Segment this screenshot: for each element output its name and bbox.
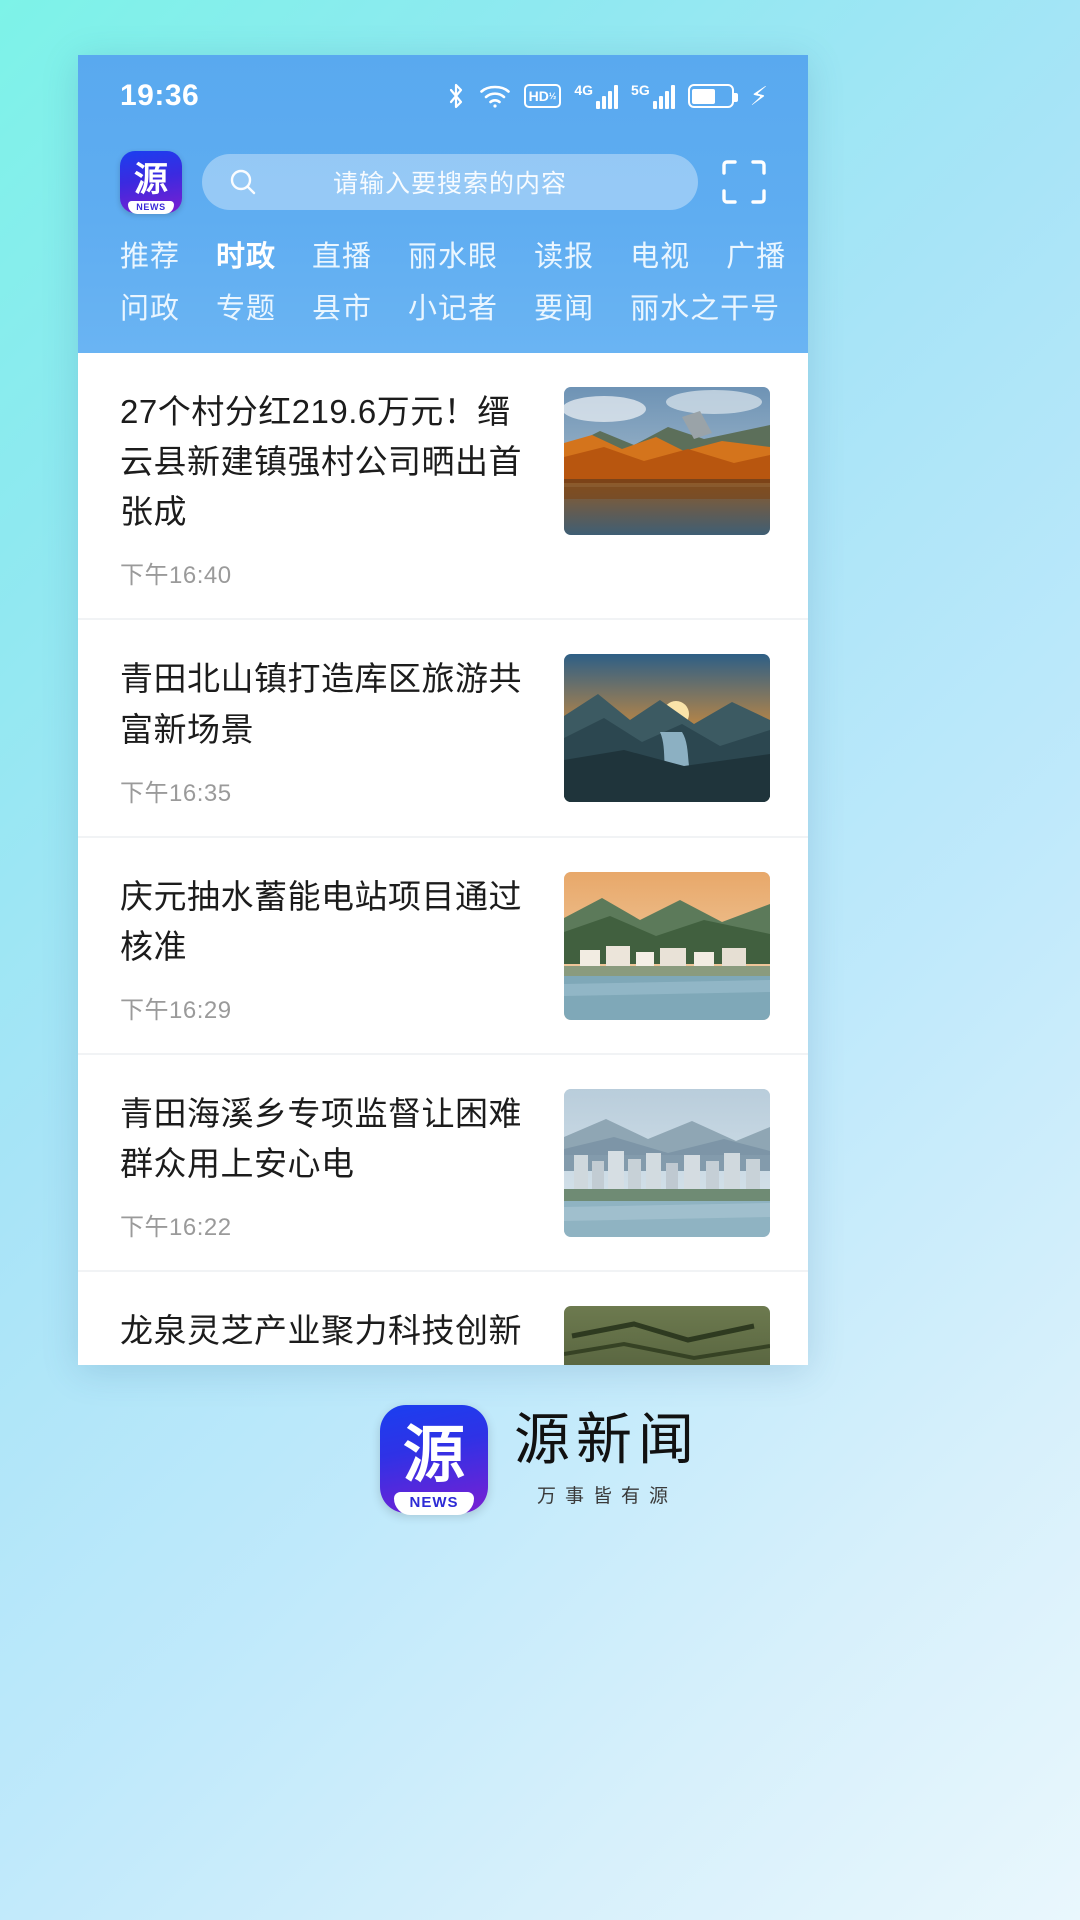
- search-row: 源 NEWS 请输入要搜索的内容: [78, 137, 808, 223]
- tab-tuijian[interactable]: 推荐: [120, 242, 180, 272]
- news-text: 庆元抽水蓄能电站项目通过核准 下午16:29: [120, 872, 564, 1025]
- brand-name: 源新闻: [514, 1407, 700, 1473]
- charging-bolt-icon: ⚡: [749, 81, 768, 111]
- news-text: 27个村分红219.6万元！缙云县新建镇强村公司晒出首张成 下午16:40: [120, 387, 564, 590]
- news-thumbnail[interactable]: [564, 1089, 770, 1238]
- news-text: 青田北山镇打造库区旅游共富新场景 下午16:35: [120, 654, 564, 807]
- news-text: 龙泉灵芝产业聚力科技创新迈向高质量发展 下午16:21: [120, 1306, 564, 1365]
- status-bar: 19:36 HD ½ 4G 5G ⚡: [78, 55, 808, 137]
- news-title: 龙泉灵芝产业聚力科技创新迈向高质量发展: [120, 1312, 522, 1365]
- phone-screen: 19:36 HD ½ 4G 5G ⚡ 源 NEWS 请输入要搜索的内容 推荐 时…: [78, 55, 808, 1365]
- news-time: 下午16:40: [120, 562, 232, 590]
- category-tabs: 推荐 时政 直播 丽水眼 读报 电视 广播 问政 专题 县市 小记者 要闻 丽水…: [78, 223, 808, 349]
- scan-icon[interactable]: [718, 156, 770, 208]
- status-icon-group: HD ½ 4G 5G ⚡: [446, 82, 768, 110]
- news-time: 下午16:35: [120, 779, 232, 807]
- news-title: 庆元抽水蓄能电站项目通过核准: [120, 877, 522, 965]
- news-thumbnail[interactable]: [564, 871, 770, 1020]
- app-header: 19:36 HD ½ 4G 5G ⚡ 源 NEWS 请输入要搜索的内容 推荐 时…: [78, 55, 808, 353]
- hd-voice-icon: HD ½: [523, 84, 562, 108]
- news-item[interactable]: 27个村分红219.6万元！缙云县新建镇强村公司晒出首张成 下午16:40: [78, 353, 808, 621]
- battery-icon: [687, 84, 738, 108]
- app-logo[interactable]: 源 NEWS: [120, 151, 182, 214]
- tab-yaowen[interactable]: 要闻: [534, 294, 594, 324]
- tab-shizheng[interactable]: 时政: [216, 242, 276, 272]
- tab-xiaojizhe[interactable]: 小记者: [408, 294, 498, 324]
- brand-logo-tag: NEWS: [394, 1492, 474, 1515]
- news-thumbnail[interactable]: [564, 654, 770, 803]
- brand-app-icon: 源 NEWS: [380, 1405, 488, 1515]
- tab-row-1: 推荐 时政 直播 丽水眼 读报 电视 广播: [78, 231, 808, 283]
- status-time: 19:36: [120, 79, 200, 112]
- news-thumbnail[interactable]: [564, 387, 770, 535]
- news-item[interactable]: 龙泉灵芝产业聚力科技创新迈向高质量发展 下午16:21: [78, 1272, 808, 1365]
- tab-zhuanti[interactable]: 专题: [216, 294, 276, 324]
- news-text: 青田海溪乡专项监督让困难群众用上安心电 下午16:22: [120, 1089, 564, 1242]
- tab-zhibo[interactable]: 直播: [312, 242, 372, 272]
- search-input[interactable]: 请输入要搜索的内容: [202, 154, 698, 210]
- tab-dianshi[interactable]: 电视: [630, 242, 690, 272]
- brand-text-block: 源新闻 万事皆有源: [514, 1410, 700, 1509]
- app-logo-tag: NEWS: [128, 201, 174, 214]
- news-time: 下午16:29: [120, 997, 232, 1025]
- brand-slogan: 万事皆有源: [536, 1485, 677, 1508]
- search-icon: [230, 169, 256, 195]
- bluetooth-icon: [446, 82, 466, 110]
- news-title: 青田海溪乡专项监督让困难群众用上安心电: [120, 1095, 522, 1183]
- news-item[interactable]: 庆元抽水蓄能电站项目通过核准 下午16:29: [78, 838, 808, 1056]
- search-placeholder: 请输入要搜索的内容: [332, 170, 567, 198]
- app-branding: 源 NEWS 源新闻 万事皆有源: [0, 1405, 1080, 1515]
- wifi-icon: [479, 83, 511, 109]
- news-item[interactable]: 青田海溪乡专项监督让困难群众用上安心电 下午16:22: [78, 1055, 808, 1273]
- 5g-signal-icon: 5G: [631, 83, 675, 109]
- tab-xianshi[interactable]: 县市: [312, 294, 372, 324]
- 4g-signal-icon: 4G: [574, 83, 619, 109]
- app-logo-char: 源: [134, 159, 168, 200]
- tab-lishuiyan[interactable]: 丽水眼: [408, 242, 498, 272]
- news-list: 27个村分红219.6万元！缙云县新建镇强村公司晒出首张成 下午16:40 青田…: [78, 353, 808, 1365]
- news-title: 27个村分红219.6万元！缙云县新建镇强村公司晒出首张成: [120, 393, 522, 531]
- news-thumbnail[interactable]: [564, 1306, 770, 1365]
- tab-row-2: 问政 专题 县市 小记者 要闻 丽水之干号: [78, 283, 808, 335]
- tab-dubao[interactable]: 读报: [534, 242, 594, 272]
- tab-wenzheng[interactable]: 问政: [120, 294, 180, 324]
- brand-logo-char: 源: [402, 1418, 465, 1491]
- news-time: 下午16:22: [120, 1214, 232, 1242]
- news-title: 青田北山镇打造库区旅游共富新场景: [120, 660, 522, 748]
- news-item[interactable]: 青田北山镇打造库区旅游共富新场景 下午16:35: [78, 620, 808, 838]
- tab-guangbo[interactable]: 广播: [726, 242, 786, 272]
- tab-lishuizhiganhao[interactable]: 丽水之干号: [630, 294, 780, 324]
